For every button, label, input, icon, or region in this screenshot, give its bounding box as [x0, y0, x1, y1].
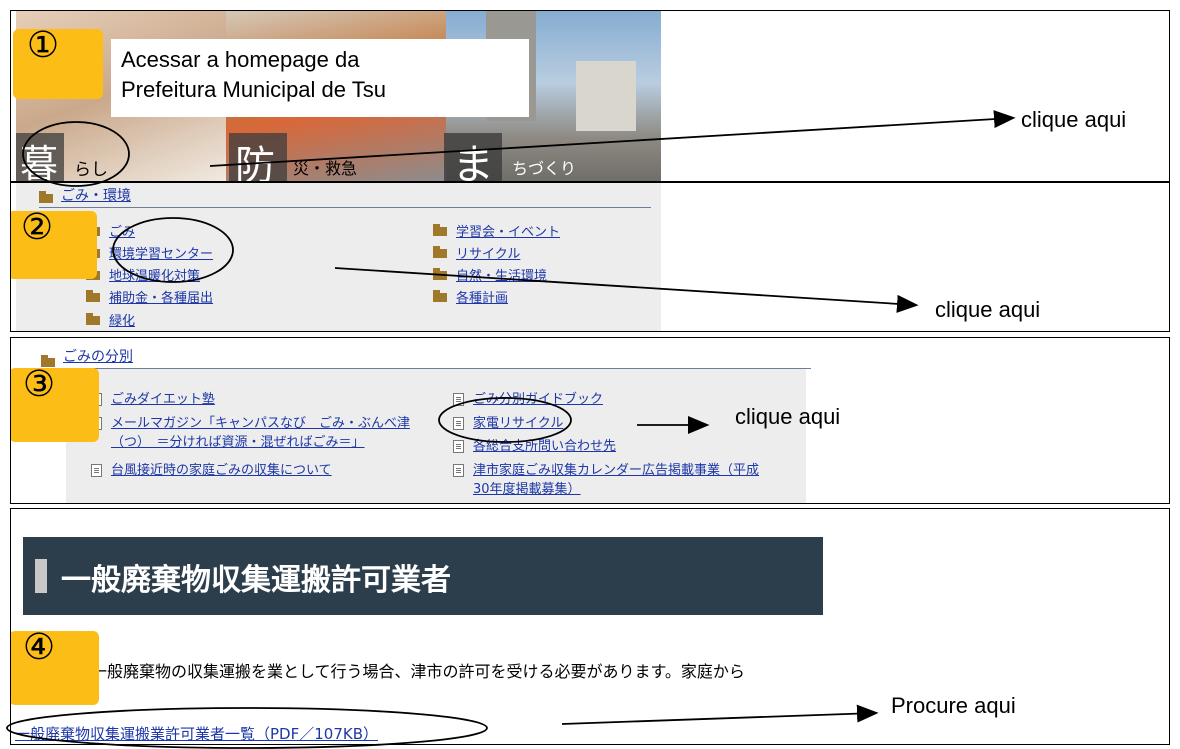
- link-mailmagazine-1[interactable]: メールマガジン「キャンパスなび ごみ・ぶんべ津: [111, 412, 410, 431]
- tile-kurashi-label: らし: [74, 160, 108, 180]
- caption-line1: Acessar a homepage da: [121, 47, 360, 72]
- step4-badge: ④: [11, 627, 99, 705]
- tile-bousai[interactable]: 防 災・救急: [229, 133, 444, 182]
- step2-badge: ②: [11, 207, 97, 279]
- folder-icon: [433, 268, 447, 280]
- body-text: 一般廃棄物の収集運搬を業として行う場合、津市の許可を受ける必要があります。家庭か…: [91, 662, 745, 681]
- step2-note: clique aqui: [935, 297, 1041, 322]
- tile-bousai-label: 災・救急: [293, 159, 358, 178]
- link-ondanka[interactable]: 地球温暖化対策: [109, 265, 200, 284]
- link-kaden-recycle[interactable]: 家電リサイクル: [473, 412, 563, 431]
- link-shizen[interactable]: 自然・生活環境: [456, 265, 547, 284]
- step2-panel: ごみ・環境 ごみ 環境学習センター 地球温暖化対策 補助金・各種届出 緑化 学習…: [10, 182, 1170, 332]
- section-underline: [41, 368, 811, 369]
- folder-icon: [433, 246, 447, 258]
- folder-icon: [39, 191, 53, 203]
- step1-number: ①: [26, 25, 60, 66]
- document-icon: [453, 417, 464, 430]
- tile-bousai-kanji: 防: [235, 143, 275, 182]
- page-heading-bar: 一般廃棄物収集運搬許可業者: [23, 537, 823, 615]
- link-keikaku[interactable]: 各種計画: [456, 287, 508, 306]
- tile-machi-kanji: ま: [452, 140, 495, 182]
- step3-badge: ③: [11, 364, 99, 442]
- section-link-gomi-kankyo[interactable]: ごみ・環境: [61, 185, 131, 205]
- body-clip: 一般廃棄物の収集運搬を業として行う場合、津市の許可を受ける必要があります。家庭か…: [91, 656, 823, 682]
- folder-icon: [86, 313, 100, 325]
- link-gomi-diet[interactable]: ごみダイエット塾: [111, 388, 215, 407]
- link-ryokka[interactable]: 緑化: [109, 310, 135, 329]
- step1-note: clique aqui: [1021, 107, 1127, 132]
- link-permit-list-pdf[interactable]: 一般廃棄物収集運搬業許可業者一覧（PDF／107KB）: [15, 723, 378, 744]
- link-guidebook[interactable]: ごみ分別ガイドブック: [473, 388, 603, 407]
- link-recycle[interactable]: リサイクル: [456, 243, 520, 262]
- caption-line2: Prefeitura Municipal de Tsu: [121, 77, 386, 102]
- document-icon: [453, 464, 464, 477]
- step1-caption: Acessar a homepage da Prefeitura Municip…: [111, 39, 529, 117]
- link-calendar-1[interactable]: 津市家庭ごみ収集カレンダー広告掲載事業（平成: [473, 459, 759, 478]
- heading-marker: [35, 559, 47, 593]
- step4-panel: 一般廃棄物収集運搬許可業者 一般廃棄物の収集運搬を業として行う場合、津市の許可を…: [10, 508, 1170, 745]
- document-icon: [91, 464, 102, 477]
- folder-icon: [433, 290, 447, 302]
- tile-kurashi[interactable]: 暮 らし: [16, 133, 221, 182]
- section-underline: [39, 207, 651, 208]
- tile-kurashi-kanji: 暮: [20, 142, 59, 182]
- page-heading: 一般廃棄物収集運搬許可業者: [61, 563, 451, 598]
- link-gakushukai[interactable]: 学習会・イベント: [456, 221, 560, 240]
- link-gomi[interactable]: ごみ: [109, 221, 135, 240]
- document-icon: [453, 440, 464, 453]
- document-icon: [453, 393, 464, 406]
- step2-number: ②: [20, 207, 54, 248]
- link-hojokin[interactable]: 補助金・各種届出: [109, 287, 213, 306]
- tile-machi-label: ちづくり: [512, 159, 577, 178]
- link-kankyo-center[interactable]: 環境学習センター: [109, 243, 213, 262]
- step3-panel: ごみの分別 ごみダイエット塾 メールマガジン「キャンパスなび ごみ・ぶんべ津 （…: [10, 337, 1170, 504]
- section-link-gomi-bunbetsu[interactable]: ごみの分別: [63, 346, 133, 366]
- step3-number: ③: [22, 364, 56, 405]
- tile-machidukuri[interactable]: ま ちづくり: [444, 133, 661, 182]
- link-calendar-2[interactable]: 30年度掲載募集）: [473, 478, 581, 497]
- step4-note: Procure aqui: [891, 693, 1016, 718]
- folder-icon: [86, 290, 100, 302]
- link-taifu[interactable]: 台風接近時の家庭ごみの収集について: [111, 459, 332, 478]
- step1-panel: Acessar a homepage da Prefeitura Municip…: [10, 10, 1170, 182]
- step3-note: clique aqui: [735, 404, 841, 429]
- step4-number: ④: [22, 627, 56, 668]
- link-shisho[interactable]: 各総合支所問い合わせ先: [473, 435, 616, 454]
- folder-icon: [433, 224, 447, 236]
- link-mailmagazine-2[interactable]: （つ） ＝分ければ資源・混ぜればごみ＝」: [111, 431, 365, 450]
- step1-badge: ①: [13, 25, 103, 99]
